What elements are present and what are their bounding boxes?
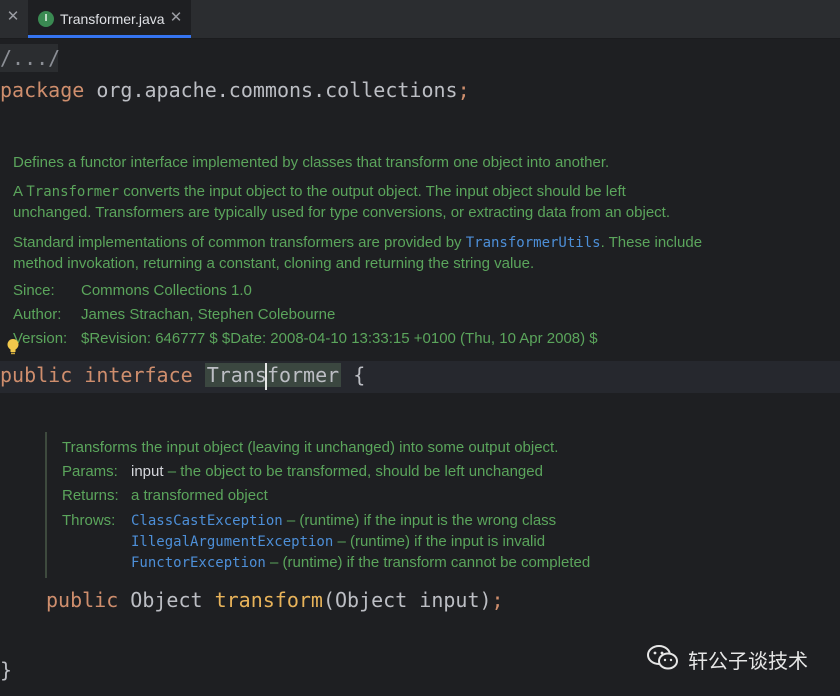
throws-entry: IllegalArgumentException – (runtime) if … [131, 533, 545, 550]
lightbulb-icon[interactable] [6, 338, 20, 356]
text-caret [265, 363, 267, 390]
method-name: transform [214, 588, 323, 612]
method-params: (Object input) [322, 588, 492, 612]
functorexception-link[interactable]: FunctorException [131, 555, 266, 571]
classcastexception-link[interactable]: ClassCastException [131, 513, 283, 529]
throws-label: Throws: [62, 512, 116, 529]
public-keyword: public [0, 363, 73, 387]
package-keyword: package [0, 78, 85, 102]
wechat-icon [647, 645, 678, 670]
doc-text: Standard implementations of common trans… [13, 234, 466, 251]
return-type: Object [118, 588, 215, 612]
version-label: Version: [13, 330, 68, 347]
throws-desc: – (runtime) if the input is the wrong cl… [282, 512, 557, 529]
fold-text: /.../ [0, 46, 61, 70]
doc-text: converts the input object to the output … [119, 183, 626, 200]
returns-label: Returns: [62, 487, 119, 504]
version-value: $Revision: 646777 $ $Date: 2008-04-10 13… [81, 330, 598, 347]
transformerutils-link[interactable]: TransformerUtils [466, 235, 601, 251]
class-doc-p3-line1: Standard implementations of common trans… [13, 234, 702, 251]
semicolon: ; [491, 588, 504, 612]
class-doc-summary: Defines a functor interface implemented … [13, 154, 610, 171]
doc-comment-gutter [45, 432, 47, 578]
doc-text: . These include [600, 234, 703, 251]
interface-keyword: interface [84, 363, 193, 387]
param-name: input [131, 463, 164, 480]
public-keyword: public [46, 588, 119, 612]
author-value: James Strachan, Stephen Colebourne [81, 306, 336, 323]
folded-imports[interactable]: /.../ [0, 44, 61, 72]
interface-name-part: Trans [206, 363, 267, 387]
closing-brace: } [0, 658, 13, 682]
open-brace: { [353, 363, 366, 387]
returns-value: a transformed object [131, 487, 268, 504]
interface-declaration[interactable]: public interface Transformer { [0, 363, 365, 387]
close-icon[interactable]: ✕ [169, 10, 183, 25]
tab-label: Transformer.java [60, 11, 165, 27]
since-value: Commons Collections 1.0 [81, 282, 252, 299]
interface-name[interactable]: Transformer [204, 363, 342, 387]
class-doc-p3-line2: method invokation, returning a constant,… [13, 255, 535, 272]
throws-entry: FunctorException – (runtime) if the tran… [131, 554, 590, 571]
param-desc: – the object to be transformed, should b… [163, 463, 543, 480]
active-tab-indicator [28, 35, 191, 38]
since-label: Since: [13, 282, 55, 299]
package-name: org.apache.commons.collections [84, 78, 458, 102]
editor-tab-bar: ✕ I Transformer.java ✕ [0, 0, 840, 39]
watermark-text: 轩公子谈技术 [688, 649, 808, 673]
illegalargumentexception-link[interactable]: IllegalArgumentException [131, 534, 333, 550]
java-interface-icon: I [38, 11, 54, 27]
semicolon: ; [457, 78, 470, 102]
tab-transformer-java[interactable]: I Transformer.java ✕ [28, 0, 191, 38]
class-doc-p2-line2: unchanged. Transformers are typically us… [13, 204, 670, 221]
throws-desc: – (runtime) if the input is invalid [333, 533, 546, 550]
author-label: Author: [13, 306, 62, 323]
class-doc-p2-line1: A Transformer converts the input object … [13, 183, 626, 200]
method-declaration[interactable]: public Object transform(Object input); [46, 588, 504, 612]
param-entry: input – the object to be transformed, sh… [131, 463, 543, 480]
close-icon[interactable]: ✕ [6, 9, 20, 24]
doc-code: Transformer [26, 184, 120, 200]
doc-text: A [13, 183, 27, 200]
method-doc-summary: Transforms the input object (leaving it … [62, 439, 559, 456]
throws-desc: – (runtime) if the transform cannot be c… [265, 554, 591, 571]
params-label: Params: [62, 463, 118, 480]
interface-name-part: former [266, 363, 340, 387]
throws-entry: ClassCastException – (runtime) if the in… [131, 512, 556, 529]
package-line[interactable]: package org.apache.commons.collections; [0, 78, 470, 102]
